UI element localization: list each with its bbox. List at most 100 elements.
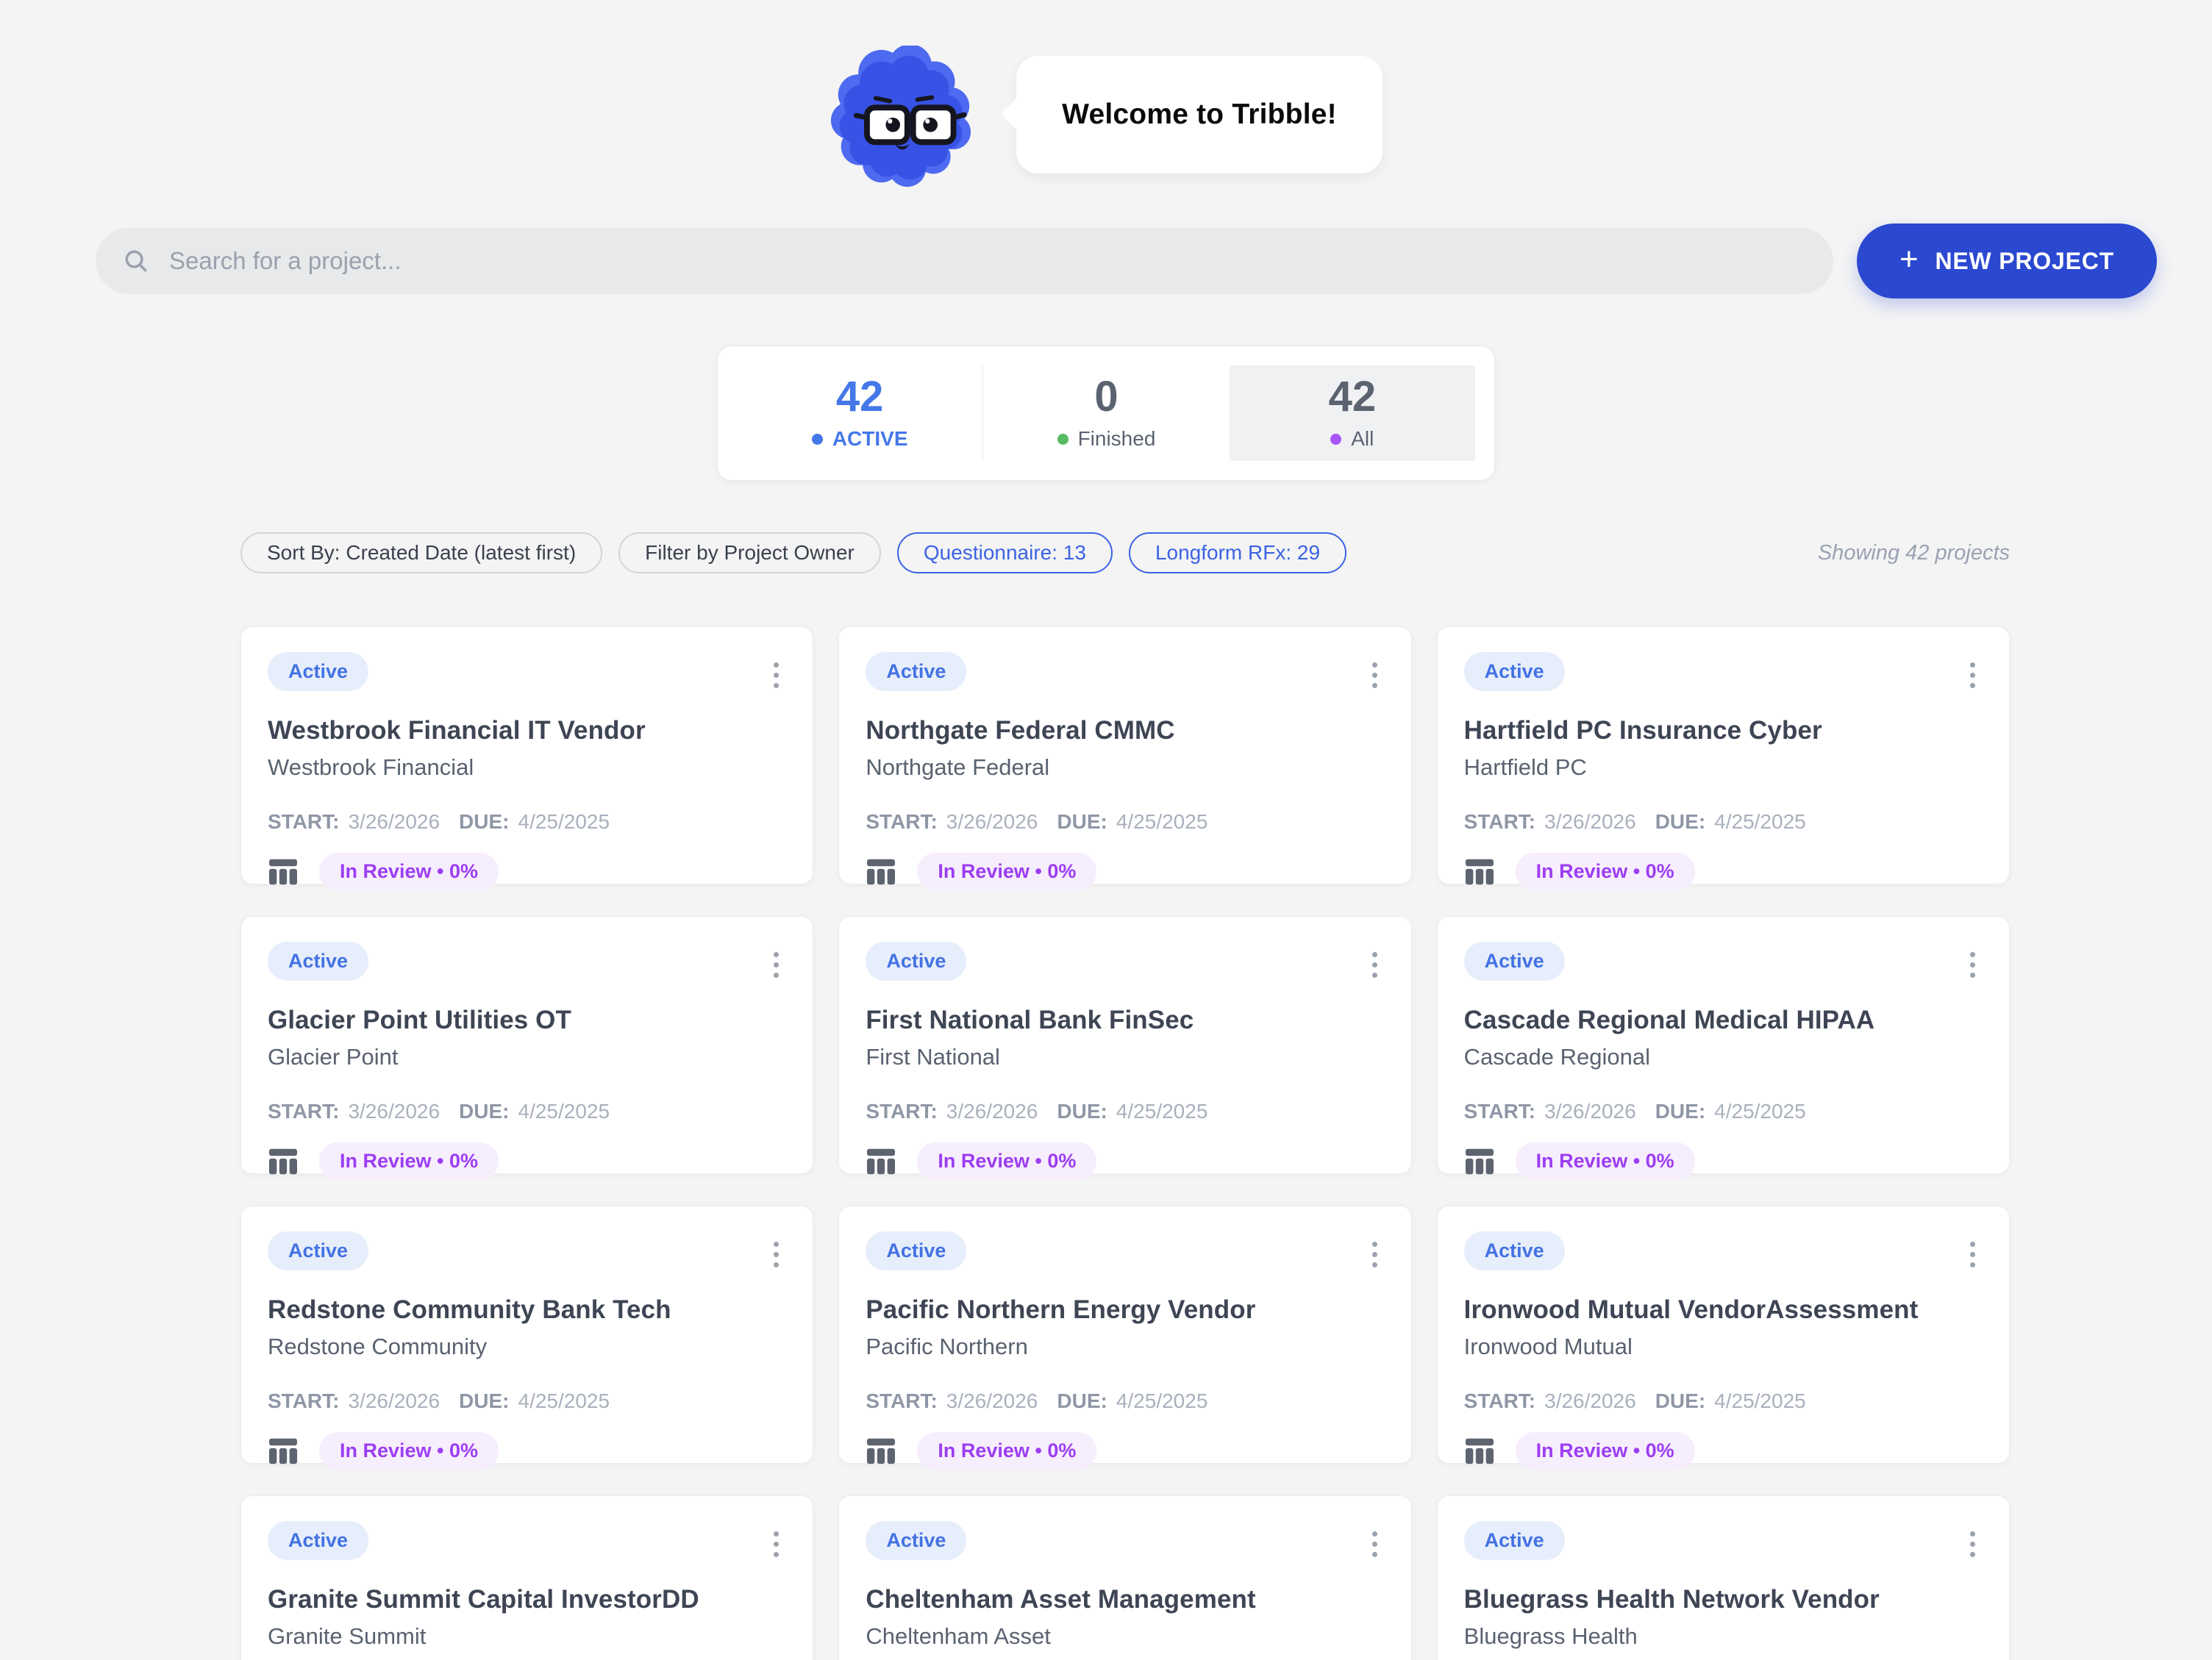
sort-by-chip[interactable]: Sort By: Created Date (latest first) xyxy=(240,532,602,573)
card-menu-button[interactable] xyxy=(766,1525,786,1563)
status-badge: Active xyxy=(866,1231,966,1270)
card-menu-button[interactable] xyxy=(766,657,786,694)
project-dates: START: 3/26/2026 DUE: 4/25/2025 xyxy=(866,810,1384,834)
project-card[interactable]: Active Redstone Community Bank Tech Reds… xyxy=(240,1206,813,1464)
all-label: All xyxy=(1351,427,1374,451)
project-card[interactable]: Active Pacific Northern Energy Vendor Pa… xyxy=(838,1206,1411,1464)
project-card[interactable]: Active Ironwood Mutual VendorAssessment … xyxy=(1437,1206,2010,1464)
project-title: First National Bank FinSec xyxy=(866,1006,1384,1035)
project-card[interactable]: Active Granite Summit Capital InvestorDD… xyxy=(240,1495,813,1660)
active-count: 42 xyxy=(836,376,884,418)
questionnaire-chip[interactable]: Questionnaire: 13 xyxy=(897,532,1113,573)
project-dates: START: 3/26/2026 DUE: 4/25/2025 xyxy=(866,1389,1384,1413)
project-owner: Glacier Point xyxy=(268,1044,786,1070)
review-progress-badge: In Review • 0% xyxy=(1516,1142,1695,1180)
finished-label: Finished xyxy=(1078,427,1156,451)
start-date: 3/26/2026 xyxy=(946,810,1038,834)
filters-row: Sort By: Created Date (latest first) Fil… xyxy=(240,532,2010,573)
showing-count-text: Showing 42 projects xyxy=(1818,541,2010,565)
project-title: Northgate Federal CMMC xyxy=(866,716,1384,745)
table-icon xyxy=(866,858,896,886)
review-progress-badge: In Review • 0% xyxy=(319,853,499,890)
filter-owner-chip[interactable]: Filter by Project Owner xyxy=(618,532,881,573)
start-date: 3/26/2026 xyxy=(946,1389,1038,1413)
status-badge: Active xyxy=(268,652,368,691)
search-bar[interactable] xyxy=(96,228,1833,294)
table-icon xyxy=(268,858,299,886)
stat-all[interactable]: 42 All xyxy=(1230,365,1475,461)
due-date: 4/25/2025 xyxy=(1714,810,1806,834)
all-dot-icon xyxy=(1330,434,1341,445)
project-dates: START: 3/26/2026 DUE: 4/25/2025 xyxy=(866,1100,1384,1123)
card-menu-button[interactable] xyxy=(1963,1525,1983,1563)
card-menu-button[interactable] xyxy=(1963,946,1983,984)
status-badge: Active xyxy=(1464,1521,1565,1560)
welcome-text: Welcome to Tribble! xyxy=(1062,99,1337,131)
card-menu-button[interactable] xyxy=(766,1236,786,1273)
project-owner: Pacific Northern xyxy=(866,1334,1384,1360)
project-card[interactable]: Active First National Bank FinSec First … xyxy=(838,916,1411,1174)
review-progress-badge: In Review • 0% xyxy=(1516,853,1695,890)
new-project-label: NEW PROJECT xyxy=(1936,248,2115,275)
active-label: ACTIVE xyxy=(832,427,908,451)
stat-finished[interactable]: 0 Finished xyxy=(982,365,1229,461)
table-icon xyxy=(268,1437,299,1465)
plus-icon: + xyxy=(1899,243,1919,276)
status-badge: Active xyxy=(866,1521,966,1560)
project-card[interactable]: Active Bluegrass Health Network Vendor B… xyxy=(1437,1495,2010,1660)
project-owner: First National xyxy=(866,1044,1384,1070)
due-date: 4/25/2025 xyxy=(1714,1389,1806,1413)
status-badge: Active xyxy=(1464,942,1565,981)
project-card[interactable]: Active Cheltenham Asset Management Chelt… xyxy=(838,1495,1411,1660)
project-card[interactable]: Active Cascade Regional Medical HIPAA Ca… xyxy=(1437,916,2010,1174)
start-date: 3/26/2026 xyxy=(1544,810,1636,834)
start-label: START: xyxy=(268,1389,339,1413)
welcome-header: Welcome to Tribble! xyxy=(0,0,2212,190)
status-badge: Active xyxy=(268,942,368,981)
card-menu-button[interactable] xyxy=(766,946,786,984)
card-menu-button[interactable] xyxy=(1963,657,1983,694)
project-owner: Ironwood Mutual xyxy=(1464,1334,1983,1360)
project-grid: Active Westbrook Financial IT Vendor Wes… xyxy=(240,626,2010,1660)
project-card[interactable]: Active Glacier Point Utilities OT Glacie… xyxy=(240,916,813,1174)
project-dates: START: 3/26/2026 DUE: 4/25/2025 xyxy=(268,1389,786,1413)
card-menu-button[interactable] xyxy=(1365,946,1385,984)
card-menu-button[interactable] xyxy=(1963,1236,1983,1273)
finished-count: 0 xyxy=(1094,376,1118,418)
new-project-button[interactable]: + NEW PROJECT xyxy=(1857,223,2157,298)
due-label: DUE: xyxy=(1655,1100,1705,1123)
status-badge: Active xyxy=(268,1231,368,1270)
table-icon xyxy=(1464,858,1495,886)
table-icon xyxy=(1464,1148,1495,1176)
review-progress-badge: In Review • 0% xyxy=(917,1142,1096,1180)
project-card[interactable]: Active Westbrook Financial IT Vendor Wes… xyxy=(240,626,813,884)
project-owner: Northgate Federal xyxy=(866,754,1384,781)
project-dates: START: 3/26/2026 DUE: 4/25/2025 xyxy=(1464,1389,1983,1413)
project-title: Pacific Northern Energy Vendor xyxy=(866,1295,1384,1325)
start-label: START: xyxy=(268,1100,339,1123)
project-owner: Hartfield PC xyxy=(1464,754,1983,781)
card-menu-button[interactable] xyxy=(1365,1236,1385,1273)
project-owner: Westbrook Financial xyxy=(268,754,786,781)
due-label: DUE: xyxy=(1057,810,1107,834)
start-date: 3/26/2026 xyxy=(1544,1100,1636,1123)
project-title: Westbrook Financial IT Vendor xyxy=(268,716,786,745)
stat-active[interactable]: 42 ACTIVE xyxy=(737,365,982,461)
project-card[interactable]: Active Hartfield PC Insurance Cyber Hart… xyxy=(1437,626,2010,884)
due-label: DUE: xyxy=(1655,810,1705,834)
card-menu-button[interactable] xyxy=(1365,657,1385,694)
status-badge: Active xyxy=(1464,1231,1565,1270)
search-input[interactable] xyxy=(169,247,1807,275)
due-label: DUE: xyxy=(459,810,509,834)
card-menu-button[interactable] xyxy=(1365,1525,1385,1563)
project-card[interactable]: Active Northgate Federal CMMC Northgate … xyxy=(838,626,1411,884)
project-owner: Bluegrass Health xyxy=(1464,1623,1983,1650)
table-icon xyxy=(1464,1437,1495,1465)
start-date: 3/26/2026 xyxy=(1544,1389,1636,1413)
start-date: 3/26/2026 xyxy=(348,1100,440,1123)
longform-rfx-chip[interactable]: Longform RFx: 29 xyxy=(1129,532,1346,573)
review-progress-badge: In Review • 0% xyxy=(917,1432,1096,1470)
start-label: START: xyxy=(866,1389,937,1413)
start-label: START: xyxy=(866,810,937,834)
due-date: 4/25/2025 xyxy=(518,1100,610,1123)
